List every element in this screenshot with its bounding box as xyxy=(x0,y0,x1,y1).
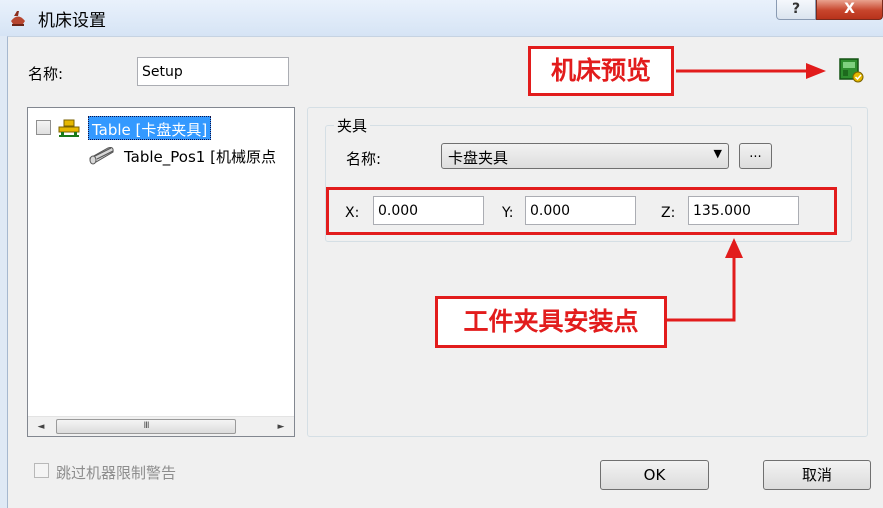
setup-name-label: 名称: xyxy=(28,65,64,83)
fixture-select-value: 卡盘夹具 xyxy=(448,149,509,167)
browse-button[interactable]: ... xyxy=(739,143,772,169)
close-button[interactable]: X xyxy=(816,0,883,20)
fixture-group-title: 夹具 xyxy=(334,115,371,136)
tree-horizontal-scrollbar[interactable]: ◄ III ► xyxy=(28,416,294,436)
window-title: 机床设置 xyxy=(38,11,106,31)
scroll-left-icon[interactable]: ◄ xyxy=(32,417,50,436)
title-bar: 机床设置 ? X xyxy=(0,0,883,36)
tree-item-checkbox[interactable] xyxy=(36,120,51,135)
help-button[interactable]: ? xyxy=(776,0,816,20)
mount-point-highlight-box xyxy=(326,187,837,235)
preview-callout: 机床预览 xyxy=(528,46,674,96)
ok-button[interactable]: OK xyxy=(600,460,709,490)
cancel-button[interactable]: 取消 xyxy=(763,460,871,490)
chevron-down-icon[interactable]: ▼ xyxy=(714,147,722,160)
scroll-right-icon[interactable]: ► xyxy=(272,417,290,436)
cylinder-position-icon xyxy=(89,147,114,165)
fixture-select[interactable]: 卡盘夹具 ▼ xyxy=(441,143,729,169)
fixture-table-icon xyxy=(58,119,80,137)
fixture-name-label: 名称: xyxy=(346,150,382,168)
skip-warning-label: 跳过机器限制警告 xyxy=(56,464,177,482)
machine-tree[interactable]: Table [卡盘夹具] Table_Pos1 [机械原点 ◄ III ► xyxy=(27,107,295,437)
tree-item-position[interactable]: Table_Pos1 [机械原点 xyxy=(88,144,294,168)
tree-item-table-label[interactable]: Table [卡盘夹具] xyxy=(88,116,212,140)
scroll-thumb[interactable]: III xyxy=(56,419,236,434)
skip-warning-checkbox[interactable] xyxy=(34,463,49,478)
machine-preview-icon[interactable] xyxy=(838,57,864,83)
tree-item-table[interactable]: Table [卡盘夹具] xyxy=(36,116,294,140)
tree-item-position-label[interactable]: Table_Pos1 [机械原点 xyxy=(124,146,276,167)
tool-holder-icon xyxy=(11,11,25,26)
setup-name-input[interactable] xyxy=(137,57,289,86)
mount-point-callout: 工件夹具安装点 xyxy=(435,296,667,348)
